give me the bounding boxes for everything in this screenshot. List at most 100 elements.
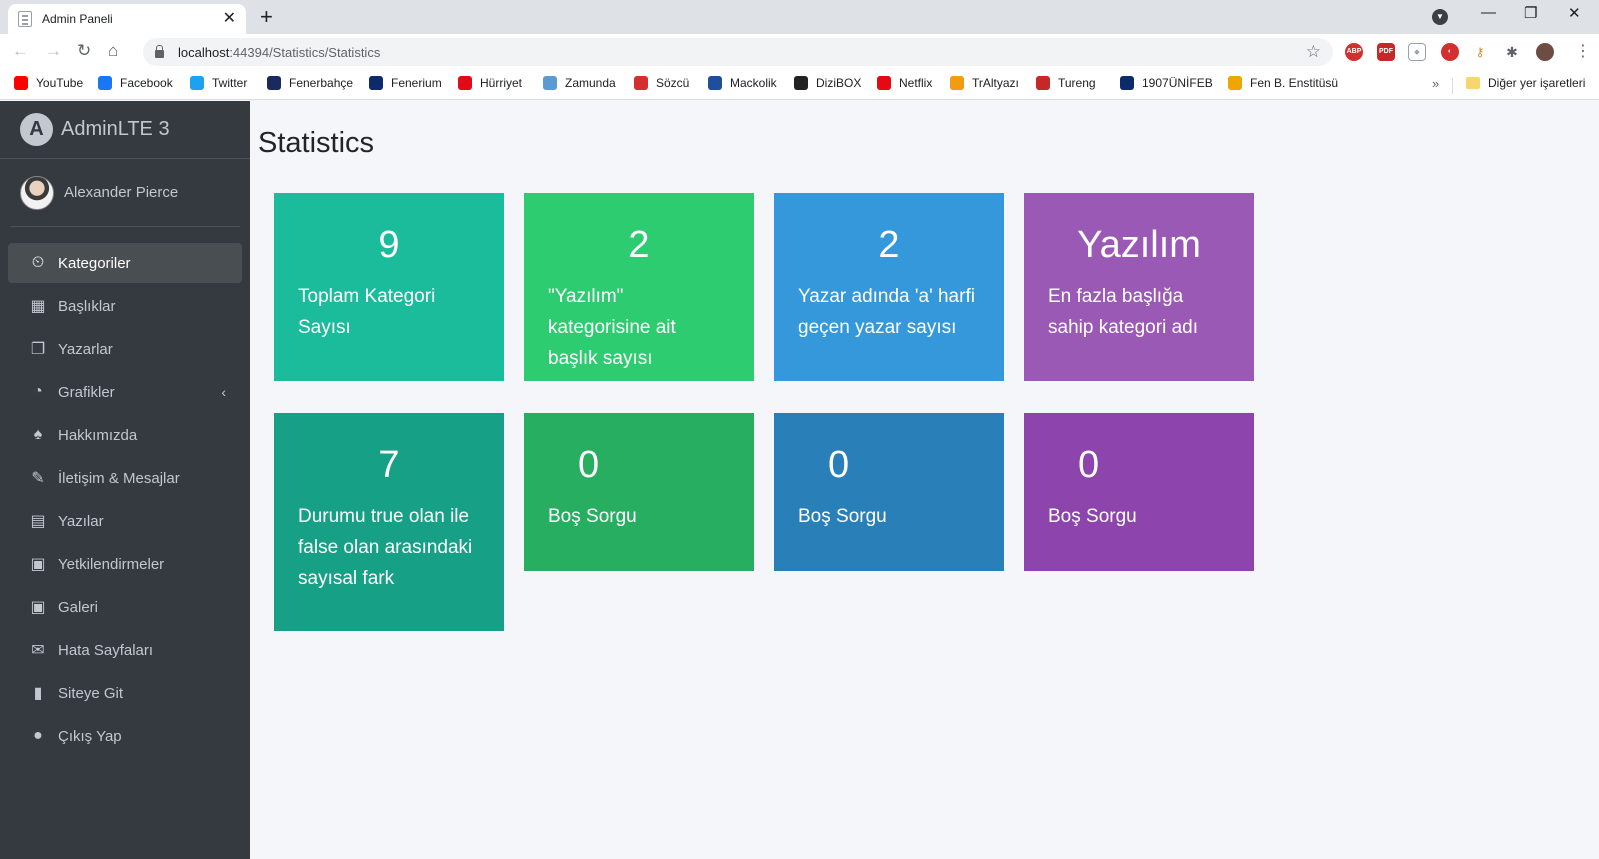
sidebar-item-0[interactable]: ⏲ Kategoriler: [8, 243, 242, 283]
shield-icon[interactable]: ◆: [1408, 43, 1426, 61]
bookmark-star-icon[interactable]: ☆: [1306, 42, 1321, 62]
bookmark-label: 1907ÜNİFEB: [1142, 76, 1213, 90]
bookmark-youtube[interactable]: YouTube: [14, 76, 83, 90]
apple-icon: ●: [33, 727, 43, 744]
sidebar-item-10[interactable]: ▮ Siteye Git: [8, 673, 242, 713]
stat-box-5: 0 Boş Sorgu: [524, 413, 754, 571]
sidebar-item-6[interactable]: ▤ Yazılar: [8, 501, 242, 541]
reload-icon[interactable]: ↻: [77, 41, 91, 61]
sidebar-item-5[interactable]: ✎ İletişim & Mesajlar: [8, 458, 242, 498]
adblock-icon[interactable]: ABP: [1345, 43, 1363, 61]
forward-icon[interactable]: →: [45, 41, 62, 61]
fenerium-icon: [369, 76, 383, 90]
bookmark-label: Fen B. Enstitüsü: [1250, 76, 1339, 90]
chevron-left-icon: ‹: [221, 384, 226, 400]
tree-icon: ♠: [33, 426, 43, 443]
key-icon[interactable]: ⚷: [1471, 43, 1489, 61]
sidebar-item-label: Grafikler: [58, 383, 115, 401]
sidebar-item-1[interactable]: ▦ Başlıklar: [8, 286, 242, 326]
table-icon: ▤: [30, 513, 46, 530]
address-bar[interactable]: localhost:44394/Statistics/Statistics ☆: [143, 38, 1333, 66]
gallery-icon: ▣: [30, 599, 46, 616]
close-tab-icon[interactable]: ✕: [223, 11, 236, 27]
brand-text: AdminLTE 3: [61, 118, 170, 140]
extension-red-icon[interactable]: ◐: [1441, 43, 1459, 61]
tab-title: Admin Paneli: [42, 12, 113, 26]
sidebar-item-7[interactable]: ▣ Yetkilendirmeler: [8, 544, 242, 584]
stat-label: Boş Sorgu: [798, 506, 887, 527]
sidebar-item-label: Yazılar: [58, 512, 104, 530]
stat-value: 9: [378, 224, 400, 266]
bookmark-fenerium[interactable]: Fenerium: [369, 76, 442, 90]
image-icon: ▣: [30, 556, 46, 573]
page-title: Statistics: [258, 127, 375, 159]
other-bookmarks-folder[interactable]: Diğer yer işaretleri: [1466, 76, 1585, 90]
copy-icon: ❐: [30, 341, 46, 358]
home-icon[interactable]: ⌂: [108, 41, 118, 61]
sidebar-item-label: Siteye Git: [58, 684, 124, 702]
bookmark-label: Fenerium: [391, 76, 442, 90]
bookmark-label: Sözcü: [656, 76, 690, 90]
close-window-icon[interactable]: ✕: [1568, 4, 1581, 22]
bookmark-label: Fenerbahçe: [289, 76, 354, 90]
bookmark-label: YouTube: [36, 76, 84, 90]
browser-toolbar: ← → ↻ ⌂ localhost:44394/Statistics/Stati…: [0, 34, 1599, 70]
avatar: [20, 175, 54, 210]
profile-avatar-icon[interactable]: [1536, 43, 1554, 61]
stat-box-7: 0 Boş Sorgu: [1024, 413, 1254, 571]
bookmark-hurriyet[interactable]: Hürriyet: [458, 76, 522, 90]
stat-box-4: 7 Durumu true olan ile false olan arasınd…: [274, 413, 504, 631]
lock-icon: [155, 45, 164, 58]
back-icon[interactable]: ←: [12, 41, 29, 61]
tureng-icon: [1036, 76, 1050, 90]
bookmark-mackolik[interactable]: Mackolik: [708, 76, 777, 90]
bookmark-twitter[interactable]: Twitter: [190, 76, 247, 90]
bookmark-traltyazi[interactable]: TrAltyazı: [950, 76, 1019, 90]
bookmark-sozcu[interactable]: Sözcü: [634, 76, 689, 90]
sidebar-item-3[interactable]: ◔ Grafikler ‹: [8, 372, 242, 412]
restore-icon[interactable]: ❐: [1524, 4, 1537, 22]
stat-value: 2: [628, 224, 650, 266]
stat-value: 0: [1078, 444, 1100, 486]
hurriyet-icon: [458, 76, 472, 90]
brand-link[interactable]: A AdminLTE 3: [0, 101, 250, 159]
bookmark-label: Zamunda: [565, 76, 616, 90]
fbe-icon: [1228, 76, 1242, 90]
sidebar-item-4[interactable]: ♠ Hakkımızda: [8, 415, 242, 455]
more-menu-icon[interactable]: ⋮: [1575, 41, 1591, 61]
bookmark-unifeb[interactable]: 1907ÜNİFEB: [1120, 76, 1213, 90]
extensions-puzzle-icon[interactable]: ✱: [1503, 43, 1521, 61]
minimize-icon[interactable]: —: [1481, 4, 1496, 21]
stat-box-1: 2 "Yazılım" kategorisine ait başlık sayıs…: [524, 193, 754, 381]
sidebar-item-2[interactable]: ❐ Yazarlar: [8, 329, 242, 369]
tab-search-icon[interactable]: ▼: [1432, 9, 1448, 25]
bookmark-fenerbahce[interactable]: Fenerbahçe: [267, 76, 353, 90]
adminlte-logo-icon: A: [20, 113, 53, 146]
more-bookmarks-icon[interactable]: »: [1432, 76, 1439, 91]
bookmark-fbe[interactable]: Fen B. Enstitüsü: [1228, 76, 1338, 90]
new-tab-icon[interactable]: +: [260, 4, 273, 30]
folder-icon: [1466, 77, 1480, 89]
content-wrapper: Statistics 9 Toplam Kategori Sayısı 2 "Yazı…: [250, 101, 1599, 859]
sidebar-item-11[interactable]: ● Çıkış Yap: [8, 716, 242, 756]
bookmark-facebook[interactable]: Facebook: [98, 76, 173, 90]
bookmark-dizibox[interactable]: DiziBOX: [794, 76, 861, 90]
bookmark-zamunda[interactable]: Zamunda: [543, 76, 616, 90]
bookmark-label: Facebook: [120, 76, 173, 90]
stat-label: Boş Sorgu: [548, 506, 637, 527]
twitter-icon: [190, 76, 204, 90]
bookmark-label: Twitter: [212, 76, 248, 90]
user-panel[interactable]: Alexander Pierce: [10, 159, 240, 227]
bookmark-netflix[interactable]: Netflix: [877, 76, 932, 90]
bookmarks-separator: [1452, 78, 1453, 94]
sidebar-item-9[interactable]: ✉ Hata Sayfaları: [8, 630, 242, 670]
stat-value: 0: [828, 444, 850, 486]
dizibox-icon: [794, 76, 808, 90]
browser-tab[interactable]: Admin Paneli ✕: [8, 4, 246, 34]
stat-label: "Yazılım" kategorisine ait başlık sayısı: [548, 286, 676, 369]
pdf-icon[interactable]: PDF: [1377, 43, 1395, 61]
stat-box-2: 2 Yazar adında 'a' harfi geçen yazar sayı…: [774, 193, 1004, 381]
bookmark-tureng[interactable]: Tureng: [1036, 76, 1096, 90]
sidebar-item-8[interactable]: ▣ Galeri: [8, 587, 242, 627]
sozcu-icon: [634, 76, 648, 90]
